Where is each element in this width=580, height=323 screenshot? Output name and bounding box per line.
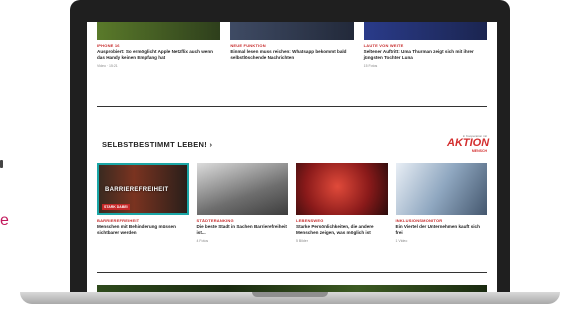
article-meta: 15 Fotos [363,64,378,68]
article-card[interactable]: LEBENSWEG Starke Persönlichkeiten, die a… [296,163,388,263]
article-category: LAUTE VON WEITE [363,43,404,48]
article-meta: 4 Fotos [196,239,209,243]
article-title[interactable]: Einmal lesen muss reichen: Whatsapp beko… [230,49,353,61]
article-category: IPHONE 16 [97,43,120,48]
article-meta: 5 Bilder [296,239,308,243]
article-category: NEUE FUNKTION [230,43,266,48]
article-card[interactable]: BARRIEREFREIHEIT STARK DABEI BARRIEREFRE… [97,163,189,263]
article-category: BARRIEREFREIHEIT [97,218,140,223]
section-divider [97,106,487,107]
top-article-row: IPHONE 16 Ausprobiert: So ermöglicht App… [97,22,487,92]
article-title[interactable]: Die beste Stadt in Sachen Barrierefreihe… [197,224,289,236]
section-header: SELBSTBESTIMMT LEBEN! › in Kooperation m… [97,134,490,154]
article-title[interactable]: Menschen mit Behinderung müssen sichtbar… [97,224,189,236]
edge-text-fragment: e [0,212,9,229]
article-thumbnail[interactable] [363,22,487,40]
section-article-row: BARRIEREFREIHEIT STARK DABEI BARRIEREFRE… [97,163,487,263]
article-category: STÄDTERANKING [196,218,234,223]
next-section-image[interactable] [97,285,487,292]
article-title[interactable]: Starke Persönlichkeiten, die andere Mens… [296,224,388,236]
article-title[interactable]: Ein Viertel der Unternehmen kauft sich f… [396,224,488,236]
article-card[interactable]: IPHONE 16 Ausprobiert: So ermöglicht App… [97,22,221,92]
article-thumbnail[interactable] [230,22,354,40]
article-category: LEBENSWEG [296,218,324,223]
edge-dot-fragment [0,160,3,168]
article-card[interactable]: INKLUSIONSMONITOR Ein Viertel der Untern… [395,163,488,263]
partner-logo[interactable]: in Kooperation mit AKTION MENSCH [447,134,490,153]
article-card[interactable]: NEUE FUNKTION Einmal lesen muss reichen:… [230,22,354,92]
partner-logo-text: AKTION [447,137,490,149]
chevron-right-icon: › [209,140,213,149]
article-meta: Video · 15:21 [97,64,118,68]
article-thumbnail[interactable] [196,163,288,215]
article-thumbnail[interactable] [296,163,388,215]
article-card[interactable]: LAUTE VON WEITE Seltener Auftritt: Uma T… [363,22,487,92]
thumbnail-tag: STARK DABEI [102,204,130,210]
article-thumbnail[interactable] [97,22,221,40]
partner-sub-text: MENSCH [471,149,487,153]
section-title[interactable]: SELBSTBESTIMMT LEBEN! › [102,140,212,149]
thumbnail-overlay-text: BARRIEREFREIHEIT [105,187,169,193]
article-thumbnail[interactable] [395,163,487,215]
article-title[interactable]: Ausprobiert: So ermöglicht Apple Netzfli… [97,49,220,61]
article-category: INKLUSIONSMONITOR [395,218,443,223]
article-thumbnail[interactable]: BARRIEREFREIHEIT STARK DABEI [97,163,189,215]
laptop-screen: IPHONE 16 Ausprobiert: So ermöglicht App… [87,22,497,292]
laptop-notch [252,292,328,297]
article-meta: 1 Video [395,239,408,243]
article-card[interactable]: STÄDTERANKING Die beste Stadt in Sachen … [196,163,289,263]
article-title[interactable]: Seltener Auftritt: Uma Thurman zeigt sic… [364,49,487,61]
section-divider [97,272,487,273]
